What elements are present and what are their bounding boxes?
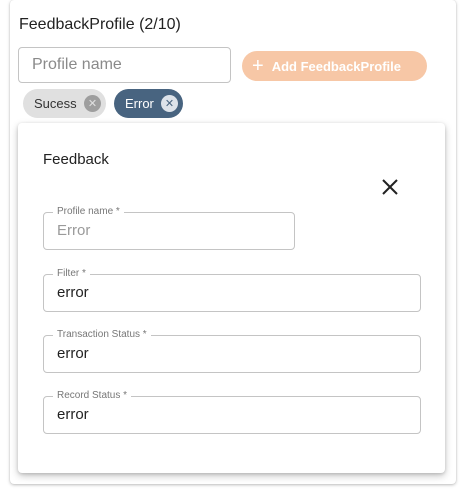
close-button[interactable] bbox=[380, 177, 400, 197]
card-title: Feedback bbox=[43, 151, 109, 168]
chip-delete-icon[interactable]: ✕ bbox=[84, 95, 101, 112]
transaction-status-field-value[interactable]: error bbox=[57, 345, 89, 362]
profile-name-field-value: Error bbox=[57, 222, 91, 239]
filter-field[interactable]: Filter * error bbox=[43, 268, 421, 312]
add-feedback-profile-label: Add FeedbackProfile bbox=[271, 58, 401, 74]
transaction-status-field[interactable]: Transaction Status * error bbox=[43, 329, 421, 373]
add-feedback-profile-button[interactable]: + Add FeedbackProfile bbox=[242, 51, 427, 81]
record-status-field-value[interactable]: error bbox=[57, 406, 89, 423]
filter-field-label: Filter * bbox=[53, 268, 90, 280]
chip-label: Sucess bbox=[34, 96, 77, 111]
chip-sucess[interactable]: Sucess ✕ bbox=[23, 89, 106, 118]
record-status-field-label: Record Status * bbox=[53, 390, 132, 402]
feedback-card: Feedback Profile name * Error Filter * e… bbox=[18, 123, 445, 473]
profile-name-input[interactable] bbox=[18, 47, 231, 83]
plus-icon: + bbox=[252, 55, 264, 77]
profile-name-field-label: Profile name * bbox=[53, 206, 124, 218]
chip-delete-icon[interactable]: ✕ bbox=[161, 95, 178, 112]
transaction-status-field-label: Transaction Status * bbox=[53, 329, 151, 341]
profile-name-field: Profile name * Error bbox=[43, 206, 295, 250]
page-title: FeedbackProfile (2/10) bbox=[19, 16, 181, 33]
filter-field-value[interactable]: error bbox=[57, 284, 89, 301]
chip-label: Error bbox=[125, 96, 154, 111]
chip-error[interactable]: Error ✕ bbox=[114, 89, 183, 118]
record-status-field[interactable]: Record Status * error bbox=[43, 390, 421, 434]
close-icon bbox=[382, 179, 398, 195]
